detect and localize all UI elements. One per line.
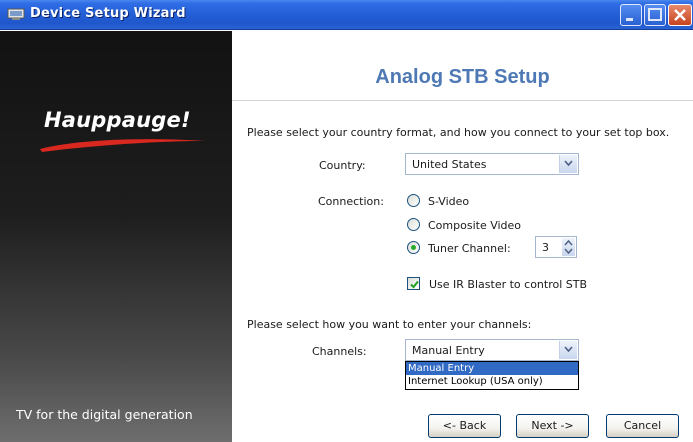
wizard-content: Analog STB Setup Please select your coun… (232, 31, 693, 442)
country-label: Country: (319, 159, 366, 172)
radio-composite-video[interactable] (407, 218, 420, 231)
minimize-button[interactable] (620, 4, 642, 26)
tuner-channel-value: 3 (542, 241, 549, 254)
close-button[interactable] (668, 4, 692, 26)
next-button[interactable]: Next -> (516, 414, 589, 438)
intro-text: Please select your country format, and h… (247, 126, 670, 139)
brand-logo: Hauppauge! (44, 108, 191, 132)
radio-tuner-channel-label: Tuner Channel: (428, 242, 511, 255)
ir-blaster-checkbox[interactable] (407, 277, 420, 290)
window-title: Device Setup Wizard (30, 6, 186, 21)
cancel-button[interactable]: Cancel (606, 414, 679, 438)
channels-dropdown-list[interactable]: Manual Entry Internet Lookup (USA only) (405, 361, 579, 390)
logo-swoosh (40, 139, 206, 152)
radio-s-video[interactable] (407, 194, 420, 207)
channels-value: Manual Entry (412, 344, 485, 357)
heading-divider (232, 100, 693, 101)
tagline: TV for the digital generation (16, 407, 193, 422)
maximize-button[interactable] (644, 4, 666, 26)
chevron-down-icon[interactable] (559, 155, 577, 173)
ir-blaster-label: Use IR Blaster to control STB (429, 278, 588, 291)
connection-label: Connection: (318, 195, 384, 208)
stepper-arrows[interactable] (562, 238, 575, 256)
dropdown-option-manual-entry[interactable]: Manual Entry (406, 362, 578, 375)
chevron-down-icon[interactable] (559, 341, 577, 359)
radio-composite-video-label: Composite Video (428, 219, 522, 232)
country-select[interactable]: United States (405, 153, 579, 175)
page-heading: Analog STB Setup (375, 66, 550, 88)
channels-prompt: Please select how you want to enter your… (247, 318, 532, 331)
branding-panel: Hauppauge! (0, 31, 232, 442)
app-icon (7, 8, 25, 21)
tuner-channel-stepper[interactable]: 3 (535, 236, 577, 258)
radio-selected-dot (411, 245, 416, 250)
dropdown-option-internet-lookup[interactable]: Internet Lookup (USA only) (406, 375, 578, 388)
country-value: United States (412, 158, 487, 171)
radio-s-video-label: S-Video (428, 195, 470, 208)
back-button[interactable]: <- Back (428, 414, 501, 438)
channels-select[interactable]: Manual Entry (405, 339, 579, 361)
radio-tuner-channel[interactable] (407, 241, 420, 254)
channels-label: Channels: (312, 345, 367, 358)
title-bar[interactable]: Device Setup Wizard (0, 0, 693, 30)
